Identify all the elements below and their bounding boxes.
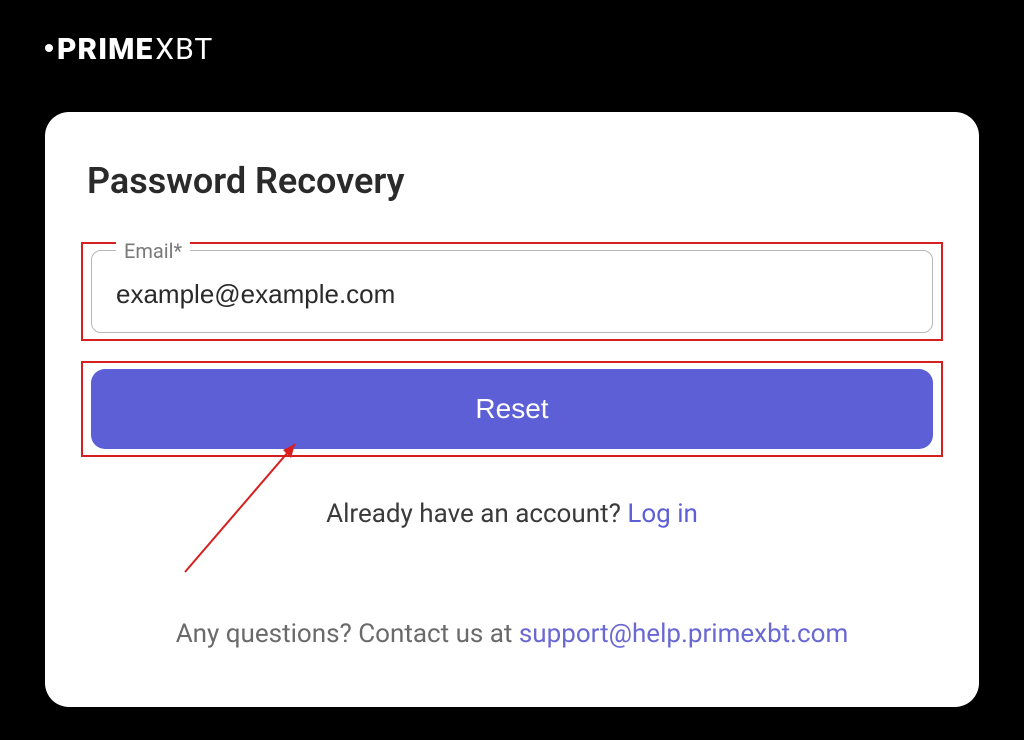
logo-dot-icon [45,44,53,52]
reset-button[interactable]: Reset [91,369,933,449]
support-row: Any questions? Contact us at support@hel… [81,619,943,649]
login-row: Already have an account? Log in [81,499,943,529]
email-field-wrapper: Email* [91,250,933,333]
support-email-link[interactable]: support@help.primexbt.com [519,619,848,649]
page-title: Password Recovery [87,160,943,202]
logo-text-prime: PRIME [57,32,153,67]
login-link[interactable]: Log in [627,499,698,529]
support-prompt: Any questions? Contact us at [176,619,519,649]
password-recovery-card: Password Recovery Email* Reset Already h… [45,112,979,707]
brand-logo: PRIME XBT [45,32,213,67]
reset-highlight-annotation: Reset [81,361,943,457]
email-highlight-annotation: Email* [81,242,943,341]
logo-text-xbt: XBT [155,32,213,67]
email-label: Email* [116,239,190,263]
login-prompt: Already have an account? [326,499,627,529]
email-input[interactable] [116,279,908,310]
